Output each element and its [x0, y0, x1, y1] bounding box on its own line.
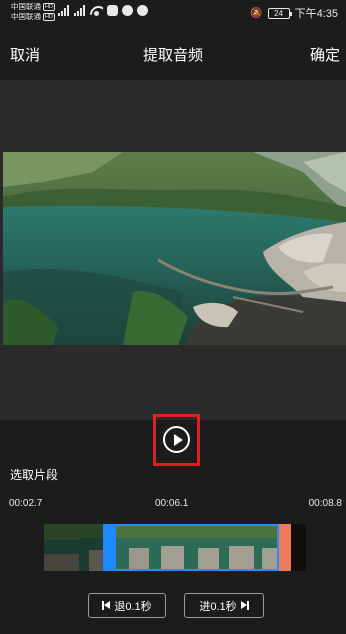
signal-icon — [74, 5, 86, 16]
clock: 下午4:35 — [294, 8, 338, 20]
step-forward-button[interactable]: 进0.1秒 — [184, 593, 264, 618]
time-end-label: 00:08.8 — [308, 498, 342, 509]
selection-frame — [104, 524, 279, 571]
status-bar: 中国联通 HD 中国联通 HD 🔕 24 下午4:35 — [0, 0, 346, 24]
step-forward-label: 进0.1秒 — [199, 600, 237, 613]
video-frame[interactable] — [3, 152, 346, 345]
hd-badge: HD — [43, 3, 55, 11]
section-label: 选取片段 — [10, 468, 59, 482]
video-preview-area — [0, 80, 346, 420]
carrier-1: 中国联通 — [11, 2, 41, 11]
skip-back-icon — [102, 601, 111, 610]
timeline-thumbnail — [44, 524, 79, 571]
signal-icon — [58, 5, 70, 16]
mute-bell-icon: 🔕 — [250, 7, 263, 19]
qq-icon — [122, 5, 133, 16]
status-right: 🔕 24 下午4:35 — [250, 5, 338, 21]
chat-icon — [137, 5, 148, 16]
play-icon[interactable] — [163, 426, 190, 453]
carrier-2: 中国联通 — [11, 12, 41, 21]
page-title: 提取音频 — [142, 47, 203, 64]
time-mid-label: 00:06.1 — [155, 498, 189, 509]
time-start-label: 00:02.7 — [9, 498, 43, 509]
selection-end-handle[interactable] — [279, 524, 291, 571]
clip-timeline[interactable] — [44, 524, 306, 571]
app-notification-icon — [107, 5, 118, 16]
lake-landscape-image — [3, 152, 346, 345]
nav-bar: 取消 提取音频 确定 — [0, 24, 346, 80]
carrier-info: 中国联通 HD 中国联通 HD — [11, 2, 55, 22]
confirm-button[interactable]: 确定 — [310, 44, 340, 65]
step-back-label: 退0.1秒 — [114, 600, 152, 613]
skip-forward-icon — [240, 601, 249, 610]
timeline-tail — [291, 524, 306, 571]
step-back-button[interactable]: 退0.1秒 — [88, 593, 166, 618]
screen: 中国联通 HD 中国联通 HD 🔕 24 下午4:35 取消 提取音频 确定 选… — [0, 0, 346, 634]
battery-icon: 24 — [267, 7, 292, 19]
hd-badge: HD — [43, 13, 55, 21]
status-icons — [58, 5, 148, 16]
play-button-highlight — [153, 414, 200, 466]
wifi-icon — [90, 6, 103, 16]
selection-start-handle[interactable] — [103, 524, 116, 571]
